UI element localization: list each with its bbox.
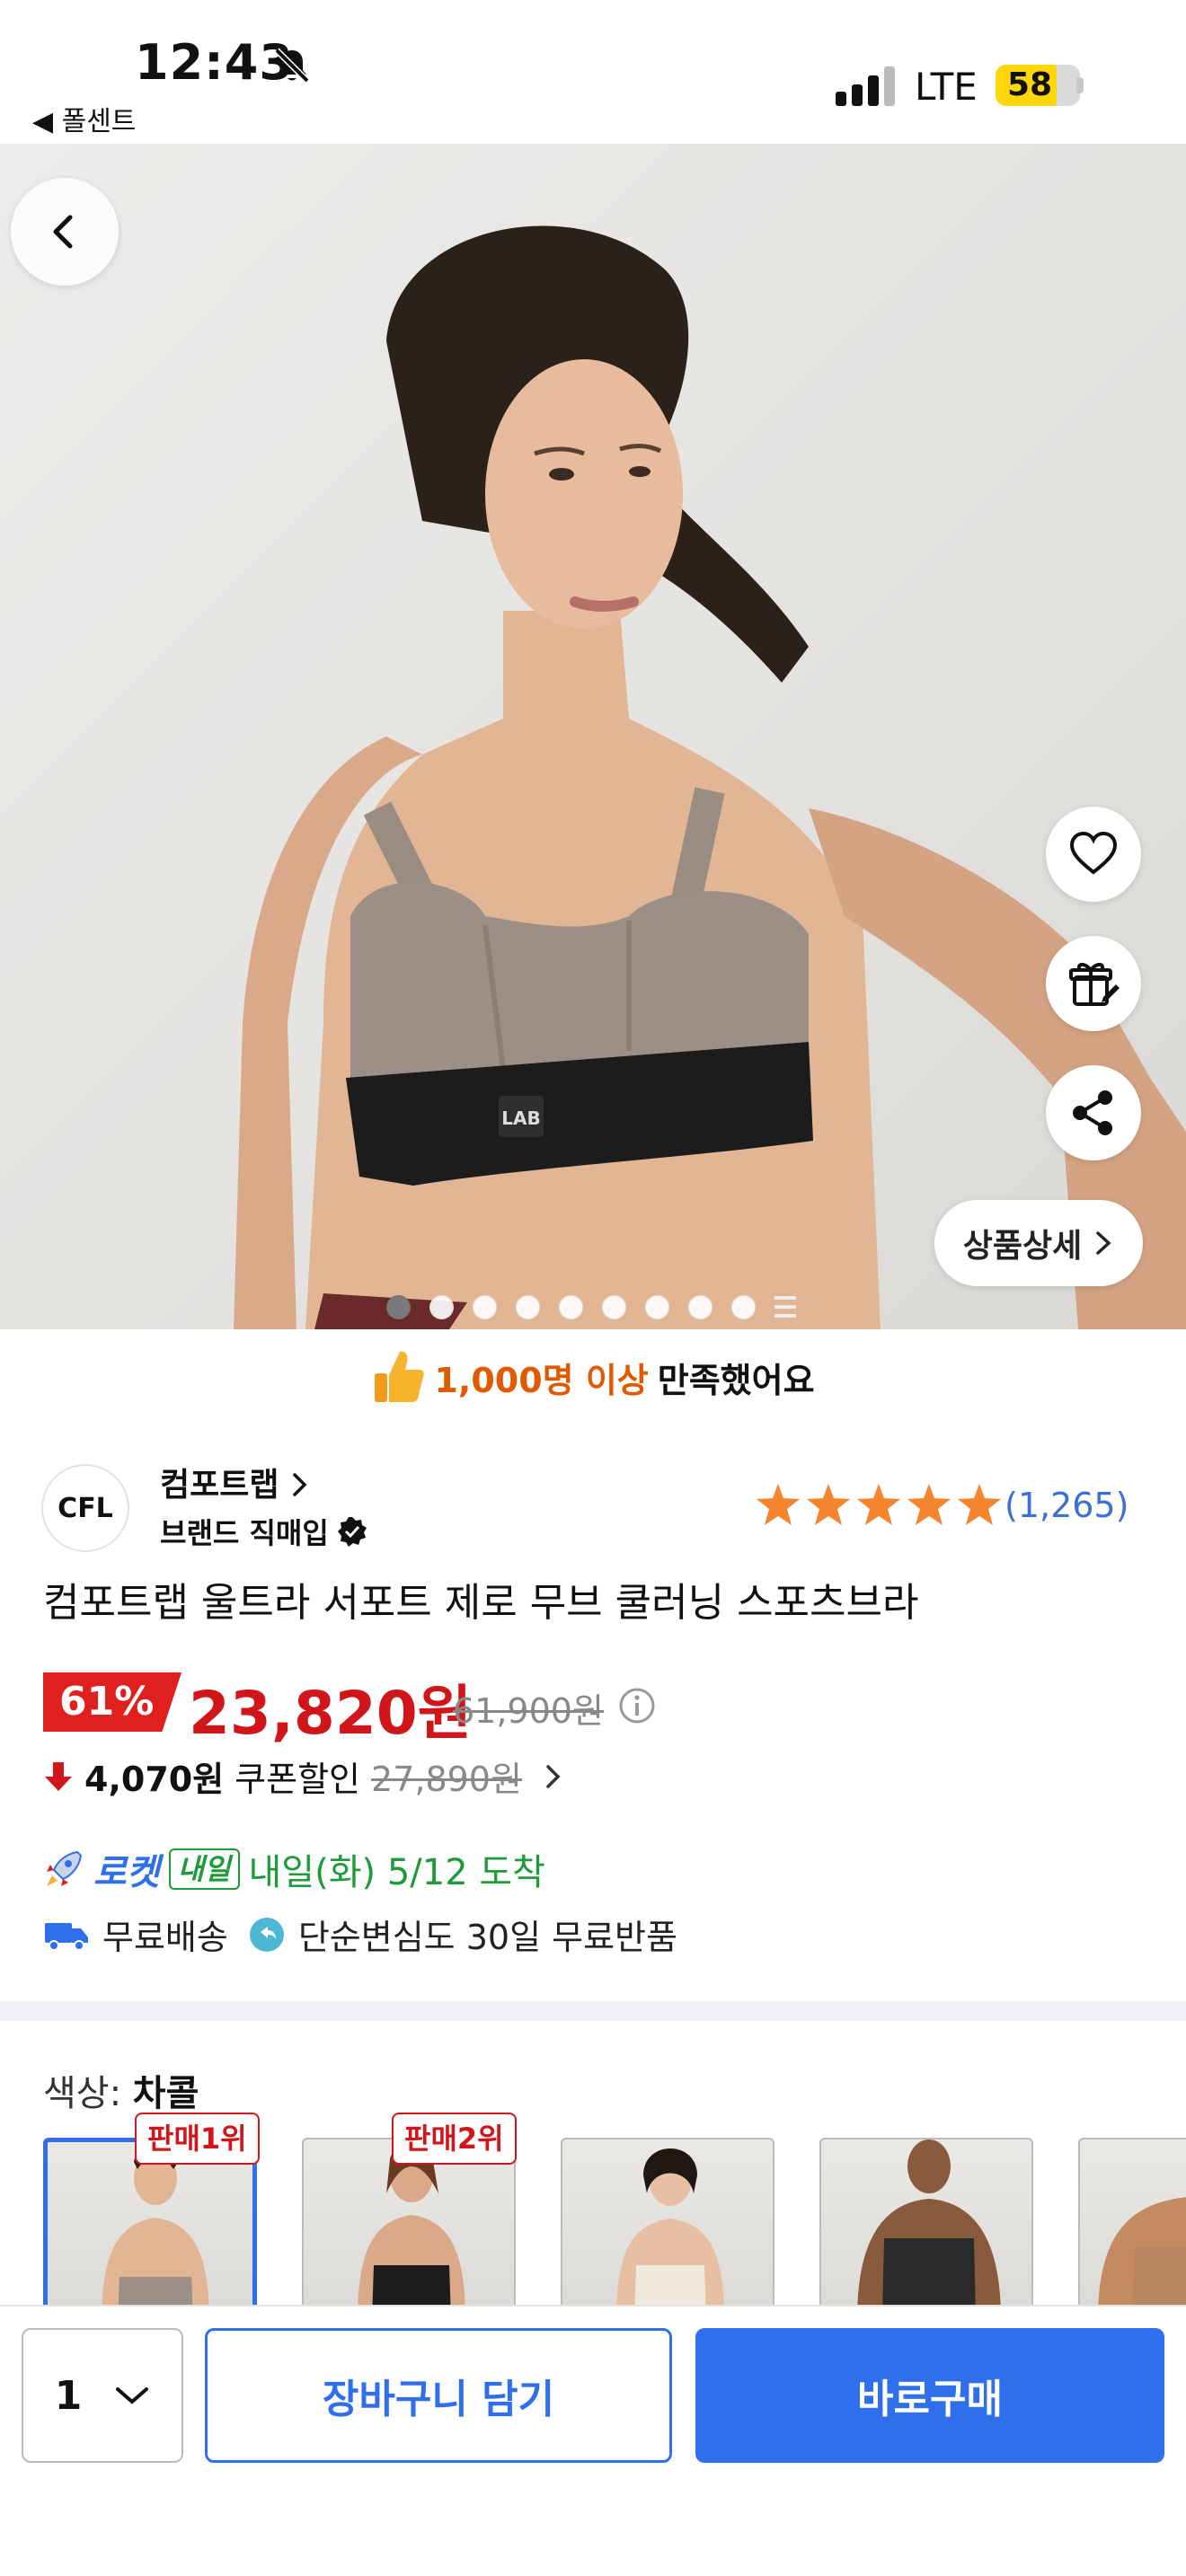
- color-option-thumb[interactable]: [1078, 2138, 1186, 2308]
- coupon-amount: 4,070원: [84, 1760, 225, 1799]
- star-icon: [757, 1484, 800, 1525]
- satisfaction-banner: 1,000명 이상 만족했어요: [0, 1337, 1186, 1417]
- discount-badge: 61%: [43, 1672, 181, 1732]
- chevron-right-icon: [546, 1764, 561, 1788]
- color-option-thumb[interactable]: [819, 2138, 1033, 2308]
- chevron-down-icon: [116, 2387, 149, 2404]
- battery-level: 58: [1006, 66, 1053, 103]
- back-to-app-link[interactable]: ◀ 폴센트: [32, 99, 136, 138]
- coupon-discount-row[interactable]: 4,070원 쿠폰할인 27,890원: [43, 1751, 567, 1801]
- rocket-icon: [47, 1850, 83, 1886]
- color-option-label: 색상: 차콜: [43, 2073, 199, 2114]
- heart-icon: [1069, 831, 1118, 875]
- naeil-badge: 내일: [168, 1848, 240, 1890]
- carousel-dot[interactable]: [645, 1294, 669, 1319]
- option-photo: [616, 2148, 724, 2308]
- quantity-value: 1: [54, 2372, 83, 2419]
- gift-icon: [1069, 963, 1120, 1006]
- satisfaction-text: 만족했어요: [657, 1360, 815, 1400]
- carousel-dot[interactable]: [731, 1294, 756, 1319]
- share-icon: [1073, 1090, 1112, 1135]
- option-photo: [358, 2144, 465, 2308]
- review-count-link[interactable]: (1,265): [1005, 1486, 1128, 1525]
- selected-color: 차콜: [132, 2073, 199, 2114]
- battery-icon: 58: [996, 65, 1080, 106]
- brand-direct-label: 브랜드 직매입: [160, 1511, 368, 1552]
- gift-button[interactable]: [1046, 936, 1141, 1031]
- coupon-original-price: 27,890원: [371, 1760, 522, 1799]
- share-button[interactable]: [1046, 1065, 1141, 1160]
- rocket-label: 로켓: [93, 1852, 160, 1893]
- rocket-delivery-row: 로켓 내일 내일(화) 5/12 도착: [43, 1843, 545, 1895]
- more-images-icon[interactable]: [774, 1296, 796, 1318]
- add-to-cart-button[interactable]: 장바구니 담기: [205, 2328, 672, 2463]
- verified-badge-icon: [337, 1517, 367, 1547]
- chevron-left-icon: [53, 215, 73, 249]
- back-button[interactable]: [11, 178, 119, 286]
- option-photo: [1098, 2197, 1186, 2308]
- carousel-dot[interactable]: [473, 1294, 497, 1319]
- option-photo: [857, 2139, 1001, 2308]
- satisfaction-highlight: 1,000명 이상: [434, 1360, 649, 1400]
- free-return-text: 단순변심도 30일 무료반품: [297, 1918, 677, 1957]
- network-type: LTE: [915, 65, 978, 109]
- quantity-select[interactable]: 1: [22, 2328, 183, 2463]
- color-option-thumb[interactable]: [561, 2138, 774, 2308]
- wishlist-button[interactable]: [1046, 807, 1141, 902]
- star-icon: [807, 1484, 850, 1525]
- carousel-dot[interactable]: [559, 1294, 583, 1319]
- thumbs-up-icon: [375, 1351, 425, 1402]
- free-shipping-text: 무료배송: [102, 1918, 228, 1957]
- product-image-carousel[interactable]: LAB 상품상세: [0, 144, 1186, 1329]
- brand-logo[interactable]: CFL: [41, 1464, 129, 1552]
- carousel-indicator: [386, 1293, 796, 1320]
- product-title: 컴포트랩 울트라 서포트 제로 무브 쿨러닝 스포츠브라: [43, 1580, 919, 1626]
- carousel-dot[interactable]: [386, 1294, 411, 1319]
- arrival-text: 내일(화) 5/12 도착: [248, 1852, 545, 1893]
- signal-icon: [836, 66, 895, 106]
- carousel-dot[interactable]: [516, 1294, 540, 1319]
- star-icon: [958, 1484, 1001, 1525]
- carousel-dot[interactable]: [688, 1294, 712, 1319]
- arrow-down-icon: [45, 1761, 72, 1791]
- option-photo: [102, 2147, 209, 2308]
- svg-text:LAB: LAB: [501, 1107, 540, 1129]
- buy-now-button[interactable]: 바로구매: [695, 2328, 1164, 2463]
- carousel-dot[interactable]: [602, 1294, 626, 1319]
- product-photo: LAB: [234, 225, 1186, 1329]
- section-divider: [0, 2001, 1186, 2021]
- sale-price: 23,820원: [189, 1679, 473, 1748]
- chevron-right-icon: [293, 1473, 307, 1496]
- product-detail-label: 상품상세: [962, 1228, 1083, 1265]
- chevron-right-icon: [1096, 1231, 1111, 1255]
- rating-stars[interactable]: [755, 1482, 1003, 1527]
- star-icon: [907, 1484, 951, 1525]
- status-bar: 12:43 ◀ 폴센트 LTE 58: [0, 0, 1186, 144]
- status-time: 12:43: [135, 34, 294, 91]
- shipping-info-row: 무료배송 단순변심도 30일 무료반품: [43, 1910, 677, 1959]
- product-detail-button[interactable]: 상품상세: [934, 1200, 1143, 1286]
- return-icon: [249, 1917, 284, 1952]
- info-icon[interactable]: [618, 1687, 656, 1725]
- rank-badge: 판매2위: [392, 2113, 517, 2165]
- truck-icon: [45, 1922, 88, 1951]
- carousel-dot[interactable]: [429, 1294, 454, 1319]
- original-price: 61,900원: [453, 1691, 604, 1731]
- bell-muted-icon: [274, 48, 310, 84]
- star-icon: [857, 1484, 900, 1525]
- brand-name-link[interactable]: 컴포트랩: [160, 1459, 310, 1505]
- coupon-label: 쿠폰할인: [235, 1760, 361, 1799]
- rank-badge: 판매1위: [135, 2113, 260, 2165]
